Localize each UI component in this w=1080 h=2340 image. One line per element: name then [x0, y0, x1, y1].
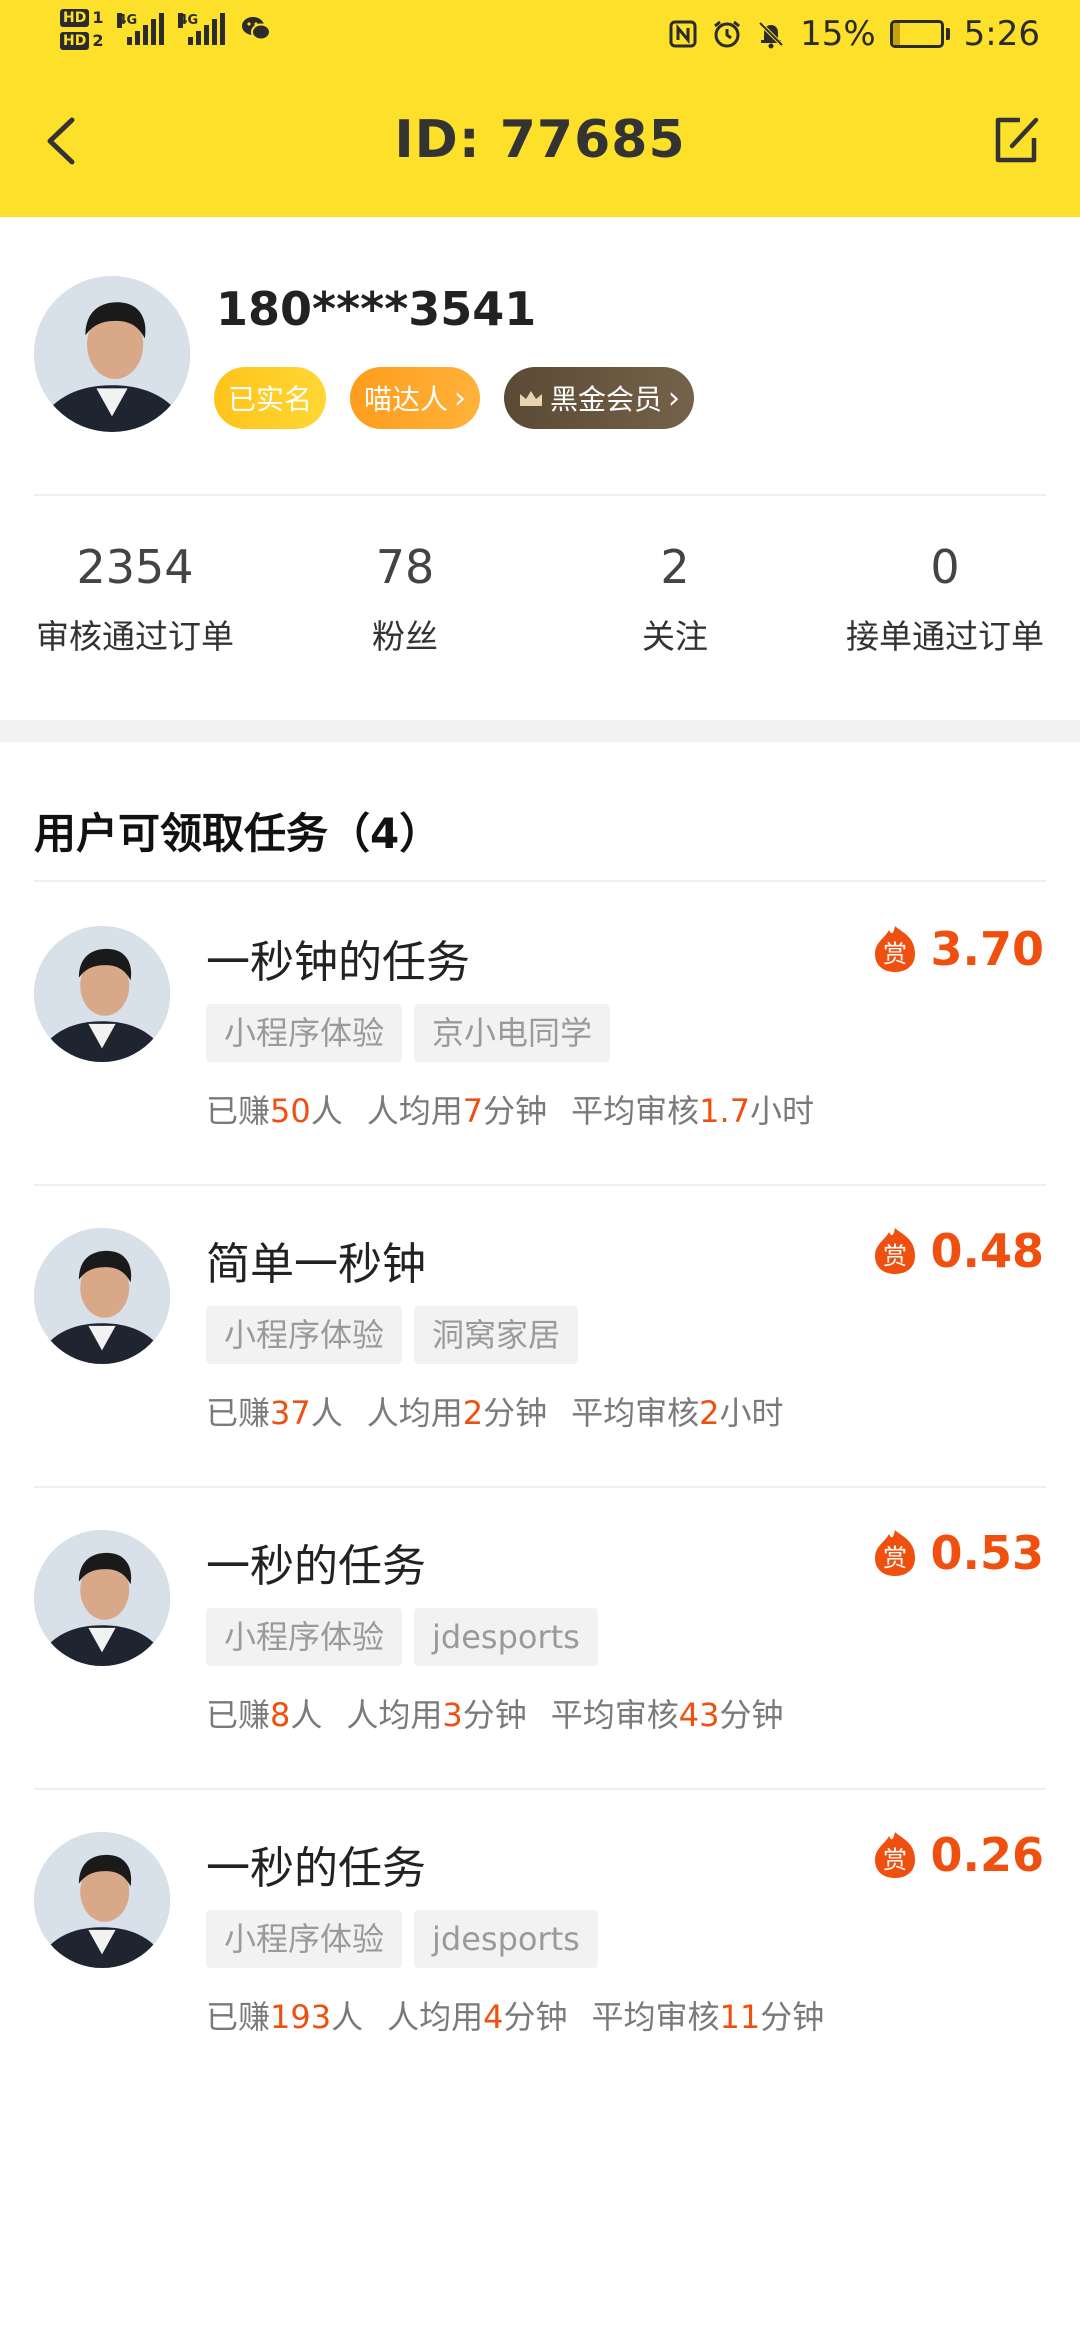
signal-2-icon: 4G: [178, 13, 226, 45]
task-tag: 小程序体验: [206, 1004, 403, 1062]
task-tag: 洞窝家居: [414, 1306, 579, 1364]
task-meta: 已赚8人 人均用3分钟 平均审核43分钟: [206, 1696, 784, 1734]
task-item[interactable]: 一秒的任务 赏 0.26 小程序体验 jdesports 已赚193人 人均用4分…: [0, 1788, 1080, 2090]
task-meta: 已赚37人 人均用2分钟 平均审核2小时: [206, 1394, 784, 1432]
reward-icon: 赏: [874, 926, 915, 972]
status-left: HD 1 HD 2 4G 4G: [60, 8, 273, 50]
nfc-icon: [669, 20, 697, 48]
avatar: [34, 1832, 170, 1968]
task-tags: 小程序体验 洞窝家居: [206, 1306, 579, 1364]
section-separator: [0, 720, 1080, 742]
alarm-icon: [714, 20, 740, 48]
task-item[interactable]: 一秒的任务 赏 0.53 小程序体验 jdesports 已赚8人 人均用3分钟平…: [0, 1486, 1080, 1788]
task-reward: 赏 0.26: [871, 1828, 1044, 1882]
signal-1-icon: 4G: [117, 13, 165, 45]
battery-icon: [889, 20, 950, 48]
avatar-portrait-icon: [34, 1832, 170, 1968]
task-reward: 赏 0.48: [871, 1224, 1044, 1278]
user-phone: 180****3541: [216, 282, 537, 336]
stat-approved-orders[interactable]: 2354 审核通过订单: [0, 540, 270, 658]
reward-icon: 赏: [874, 1228, 915, 1274]
svg-text:赏: 赏: [883, 1242, 907, 1270]
task-tags: 小程序体验 京小电同学: [206, 1004, 611, 1062]
task-reward: 赏 0.53: [871, 1526, 1044, 1580]
avatar[interactable]: [34, 276, 190, 432]
wechat-icon: [242, 17, 272, 41]
battery-percent: 15%: [800, 14, 876, 54]
svg-text:赏: 赏: [883, 1846, 907, 1874]
task-title: 一秒的任务: [206, 1843, 426, 1894]
stat-accepted-orders[interactable]: 0 接单通过订单: [810, 540, 1080, 658]
status-bar: HD 1 HD 2 4G 4G 15% 5:26: [0, 0, 1080, 75]
svg-text:赏: 赏: [883, 940, 907, 968]
task-item[interactable]: 简单一秒钟 赏 0.48 小程序体验 洞窝家居 已赚37人 人均用2分钟 平均审核2…: [0, 1184, 1080, 1486]
reward-icon: 赏: [874, 1832, 915, 1878]
task-tag: 京小电同学: [414, 1004, 611, 1062]
task-tag: jdesports: [414, 1608, 598, 1666]
svg-text:赏: 赏: [883, 1544, 907, 1572]
page-title: ID: 77685: [394, 110, 686, 170]
status-time: 5:26: [963, 14, 1040, 54]
chevron-right-icon: ›: [668, 380, 681, 416]
app-header: HD 1 HD 2 4G 4G 15% 5:26 ID: 77685: [0, 0, 1080, 217]
reward-icon: 赏: [874, 1530, 915, 1576]
avatar-portrait-icon: [34, 276, 190, 432]
task-reward: 赏 3.70: [871, 922, 1044, 976]
task-meta: 已赚193人 人均用4分钟 平均审核11分钟: [206, 1998, 825, 2036]
task-meta: 已赚50人 人均用7分钟 平均审核1.7小时: [206, 1092, 815, 1130]
task-tag: 小程序体验: [206, 1608, 403, 1666]
task-tags: 小程序体验 jdesports: [206, 1910, 598, 1968]
section-title: 用户可领取任务（4）: [34, 809, 442, 858]
badge-real-name: 已实名: [214, 367, 327, 429]
task-tag: 小程序体验: [206, 1910, 403, 1968]
avatar: [34, 1530, 170, 1666]
avatar-portrait-icon: [34, 1228, 170, 1364]
chevron-right-icon: ›: [454, 380, 467, 416]
task-tags: 小程序体验 jdesports: [206, 1608, 598, 1666]
badge-miaoda[interactable]: 喵达人 ›: [350, 367, 481, 429]
status-right: 15% 5:26: [668, 14, 1040, 54]
avatar: [34, 926, 170, 1062]
task-title: 简单一秒钟: [206, 1239, 426, 1290]
task-item[interactable]: 一秒钟的任务 赏 3.70 小程序体验 京小电同学 已赚50人 人均用7分钟 平均审…: [0, 882, 1080, 1184]
hd-sim2-icon: HD: [60, 31, 90, 50]
task-title: 一秒的任务: [206, 1541, 426, 1592]
edit-icon[interactable]: [990, 112, 1042, 168]
stat-fans[interactable]: 78 粉丝: [270, 540, 540, 658]
task-tag: jdesports: [414, 1910, 598, 1968]
avatar-portrait-icon: [34, 926, 170, 1062]
badge-vip[interactable]: 黑金会员 ›: [504, 367, 695, 429]
crown-icon: [520, 391, 543, 406]
stat-following[interactable]: 2 关注: [540, 540, 810, 658]
hd-sim1-icon: HD: [60, 8, 90, 27]
task-title: 一秒钟的任务: [206, 937, 470, 988]
divider: [34, 494, 1046, 496]
avatar: [34, 1228, 170, 1364]
avatar-portrait-icon: [34, 1530, 170, 1666]
stats-row: 2354 审核通过订单 78 粉丝 2 关注 0 接单通过订单: [0, 540, 1080, 658]
battery-level: [892, 23, 900, 45]
mute-bell-icon: [758, 21, 784, 49]
task-tag: 小程序体验: [206, 1306, 403, 1364]
badge-row: 已实名 喵达人 › 黑金会员 ›: [214, 367, 695, 429]
